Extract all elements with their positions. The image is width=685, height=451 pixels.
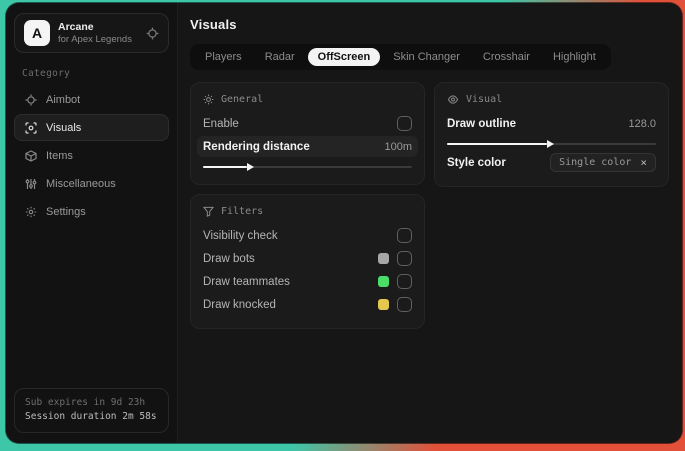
style-color-row: Style color Single color × bbox=[447, 152, 656, 173]
brand-name: Arcane bbox=[58, 20, 94, 33]
enable-row: Enable bbox=[203, 113, 412, 134]
left-column: General Enable Rendering distance 100m F… bbox=[190, 82, 425, 329]
target-icon[interactable] bbox=[146, 27, 159, 40]
sidebar-item-label: Items bbox=[46, 149, 73, 162]
clear-icon[interactable]: × bbox=[640, 157, 647, 168]
tab-offscreen[interactable]: OffScreen bbox=[307, 48, 381, 66]
sidebar-item-label: Settings bbox=[46, 205, 86, 218]
visual-panel-title: Visual bbox=[466, 94, 503, 105]
filters-panel-title: Filters bbox=[221, 206, 264, 217]
right-column: Visual Draw outline 128.0 Style color Si… bbox=[434, 82, 669, 187]
brand-header: A Arcane for Apex Legends bbox=[14, 13, 169, 53]
style-color-label: Style color bbox=[447, 156, 506, 169]
draw-outline-label: Draw outline bbox=[447, 117, 517, 130]
tab-highlight[interactable]: Highlight bbox=[543, 48, 606, 66]
rendering-distance-row: Rendering distance 100m bbox=[197, 136, 418, 157]
sidebar: A Arcane for Apex Legends Category Aimbo… bbox=[6, 3, 178, 443]
draw-outline-value: 128.0 bbox=[628, 117, 656, 130]
visibility-check-checkbox[interactable] bbox=[397, 228, 412, 243]
draw-bots-label: Draw bots bbox=[203, 252, 255, 265]
category-label: Category bbox=[22, 68, 71, 79]
funnel-icon bbox=[203, 206, 214, 217]
general-panel-title: General bbox=[221, 94, 264, 105]
visuals-tabbar: Players Radar OffScreen Skin Changer Cro… bbox=[190, 44, 611, 70]
brand-subtitle: for Apex Legends bbox=[58, 33, 132, 45]
sidebar-item-label: Miscellaneous bbox=[46, 177, 116, 190]
brand-logo: A bbox=[24, 20, 50, 46]
general-panel: General Enable Rendering distance 100m bbox=[190, 82, 425, 185]
enable-label: Enable bbox=[203, 117, 239, 130]
crosshair-icon bbox=[25, 94, 37, 106]
slider-fill[interactable] bbox=[447, 139, 555, 148]
cube-icon bbox=[25, 149, 37, 162]
rendering-distance-slider[interactable] bbox=[203, 162, 412, 171]
sidebar-item-settings[interactable]: Settings bbox=[14, 198, 169, 225]
draw-teammates-checkbox[interactable] bbox=[397, 274, 412, 289]
sidebar-nav: Aimbot Visuals Items Miscellaneous Setti… bbox=[14, 86, 169, 225]
draw-knocked-checkbox[interactable] bbox=[397, 297, 412, 312]
tab-crosshair[interactable]: Crosshair bbox=[473, 48, 540, 66]
draw-bots-color-swatch[interactable] bbox=[378, 253, 389, 264]
draw-knocked-color-swatch[interactable] bbox=[378, 299, 389, 310]
sidebar-item-miscellaneous[interactable]: Miscellaneous bbox=[14, 170, 169, 197]
visibility-check-row: Visibility check bbox=[203, 225, 412, 246]
tab-skin-changer[interactable]: Skin Changer bbox=[383, 48, 470, 66]
sub-expires-text: Sub expires in 9d 23h bbox=[25, 396, 146, 408]
sidebar-item-label: Visuals bbox=[46, 121, 82, 134]
filters-panel: Filters Visibility check Draw bots Draw … bbox=[190, 194, 425, 329]
sliders-icon bbox=[25, 178, 37, 190]
subscription-info: Sub expires in 9d 23h Session duration 2… bbox=[14, 387, 169, 433]
visual-panel: Visual Draw outline 128.0 Style color Si… bbox=[434, 82, 669, 187]
draw-teammates-label: Draw teammates bbox=[203, 275, 290, 288]
sidebar-item-aimbot[interactable]: Aimbot bbox=[14, 86, 169, 113]
draw-teammates-color-swatch[interactable] bbox=[378, 276, 389, 287]
draw-knocked-label: Draw knocked bbox=[203, 298, 276, 311]
tab-radar[interactable]: Radar bbox=[255, 48, 305, 66]
tab-players[interactable]: Players bbox=[195, 48, 252, 66]
sun-icon bbox=[203, 94, 214, 105]
draw-knocked-row: Draw knocked bbox=[203, 294, 412, 315]
sidebar-item-items[interactable]: Items bbox=[14, 142, 169, 169]
style-color-selected-value: Single color bbox=[559, 157, 632, 168]
sidebar-item-visuals[interactable]: Visuals bbox=[14, 114, 169, 141]
draw-outline-slider[interactable] bbox=[447, 139, 656, 148]
sidebar-item-label: Aimbot bbox=[46, 93, 81, 106]
scan-eye-icon bbox=[25, 121, 37, 134]
draw-bots-row: Draw bots bbox=[203, 248, 412, 269]
rendering-distance-label: Rendering distance bbox=[203, 140, 310, 153]
draw-bots-checkbox[interactable] bbox=[397, 251, 412, 266]
visibility-check-label: Visibility check bbox=[203, 229, 278, 242]
session-duration-text: Session duration 2m 58s bbox=[25, 411, 157, 423]
style-color-select[interactable]: Single color × bbox=[550, 153, 656, 172]
slider-fill[interactable] bbox=[203, 162, 254, 171]
gear-icon bbox=[25, 206, 37, 218]
draw-outline-row: Draw outline 128.0 bbox=[447, 113, 656, 134]
eye-icon bbox=[447, 94, 459, 105]
main-content: Visuals Players Radar OffScreen Skin Cha… bbox=[178, 3, 682, 443]
enable-checkbox[interactable] bbox=[397, 116, 412, 131]
draw-teammates-row: Draw teammates bbox=[203, 271, 412, 292]
rendering-distance-value: 100m bbox=[384, 140, 412, 153]
page-title: Visuals bbox=[190, 17, 237, 32]
app-window: A Arcane for Apex Legends Category Aimbo… bbox=[6, 3, 682, 443]
